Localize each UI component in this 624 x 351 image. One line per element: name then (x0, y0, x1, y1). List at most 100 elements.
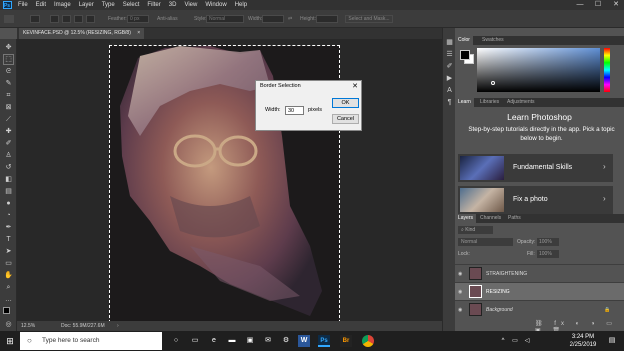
home-icon[interactable] (4, 15, 14, 23)
character-panel-icon[interactable]: A (445, 86, 454, 95)
tab-adjustments[interactable]: Adjustments (504, 98, 538, 107)
learn-topic-card[interactable]: Fundamental Skills › (458, 154, 613, 182)
brush-panel-icon[interactable]: ✐ (445, 62, 454, 71)
fg-color-chip[interactable] (460, 50, 470, 60)
rectangle-tool-icon[interactable]: ▭ (4, 259, 13, 268)
cancel-button[interactable]: Cancel (332, 114, 359, 124)
windows-start-icon[interactable]: ⊞ (4, 335, 16, 347)
layer-row-background[interactable]: ◉ Background 🔒 (455, 300, 624, 318)
menu-3d[interactable]: 3D (165, 0, 181, 10)
photoshop-logo-icon[interactable]: Ps (0, 0, 14, 10)
document-tab-close[interactable]: × (137, 30, 140, 36)
canvas-area[interactable] (17, 39, 442, 323)
layer-name[interactable]: Background (486, 301, 513, 319)
layer-row-resizing[interactable]: ◉ RESIZING (455, 282, 624, 300)
hue-slider[interactable] (604, 48, 610, 92)
minimize-button[interactable]: — (572, 0, 588, 10)
tab-channels[interactable]: Channels (477, 214, 504, 223)
color-field[interactable] (477, 48, 600, 92)
file-explorer-icon[interactable]: ▬ (226, 335, 238, 347)
height-input[interactable] (316, 15, 338, 23)
menu-type[interactable]: Type (98, 0, 119, 10)
select-and-mask-button[interactable]: Select and Mask... (345, 15, 393, 23)
word-icon[interactable]: W (298, 335, 310, 347)
dialog-close-button[interactable]: ✕ (352, 82, 358, 90)
store-icon[interactable]: ▣ (244, 335, 256, 347)
eye-icon[interactable]: ◉ (458, 301, 462, 319)
status-arrow-icon[interactable]: › (117, 321, 119, 331)
quick-mask-icon[interactable]: ◎ (4, 320, 13, 329)
maximize-button[interactable]: ☐ (590, 0, 606, 10)
blend-mode-select[interactable]: Normal (458, 238, 513, 246)
settings-gear-icon[interactable]: ⚙ (280, 335, 292, 347)
actions-panel-icon[interactable]: ▶ (445, 74, 454, 83)
add-selection-icon[interactable] (62, 15, 71, 23)
volume-icon[interactable]: ◁ (521, 335, 533, 347)
new-selection-icon[interactable] (50, 15, 59, 23)
taskbar-search-box[interactable]: ○ Type here to search (20, 332, 162, 350)
taskbar-date[interactable]: 2/25/2019 (565, 342, 601, 348)
opacity-input[interactable]: 100% (537, 238, 559, 246)
ok-button[interactable]: OK (332, 98, 359, 108)
notifications-icon[interactable]: ▤ (606, 335, 618, 347)
zoom-level[interactable]: 12.5% (21, 321, 35, 331)
paragraph-panel-icon[interactable]: ¶ (445, 98, 454, 107)
antialias-checkbox[interactable]: Anti-alias (157, 14, 178, 24)
hand-tool-icon[interactable]: ✋ (4, 271, 13, 280)
system-tray-chevron-icon[interactable]: ^ (497, 335, 509, 347)
properties-panel-icon[interactable]: ☰ (445, 50, 454, 59)
tab-paths[interactable]: Paths (505, 214, 524, 223)
clone-stamp-tool-icon[interactable]: ♙ (4, 151, 13, 160)
tab-libraries[interactable]: Libraries (477, 98, 502, 107)
layer-filter-select[interactable]: ⌕ Kind (458, 226, 493, 234)
task-view-icon[interactable]: ▭ (189, 335, 201, 347)
gradient-tool-icon[interactable]: ▤ (4, 187, 13, 196)
eyedropper-tool-icon[interactable]: ⟋ (4, 115, 13, 124)
learn-topic-card[interactable]: Fix a photo › (458, 186, 613, 214)
color-picker-cursor[interactable] (491, 81, 495, 85)
quick-select-tool-icon[interactable]: ✎ (4, 79, 13, 88)
dodge-tool-icon[interactable]: ◔ (4, 211, 13, 220)
chrome-icon[interactable] (362, 335, 374, 347)
menu-file[interactable]: File (14, 0, 32, 10)
lasso-tool-icon[interactable]: ᘓ (4, 67, 13, 76)
edge-icon[interactable]: e (208, 335, 220, 347)
width-input[interactable]: 30 (285, 106, 304, 115)
layer-name[interactable]: STRAIGHTENING (486, 265, 527, 283)
menu-layer[interactable]: Layer (75, 0, 98, 10)
tab-color[interactable]: Color (455, 36, 473, 45)
eraser-tool-icon[interactable]: ◧ (4, 175, 13, 184)
feather-input[interactable]: 0 px (127, 15, 149, 23)
style-select[interactable]: Normal (206, 15, 244, 23)
layers-footer-icons[interactable]: ⛓ fx ◐ ◑ ▭ ▣ 🗑 (535, 320, 621, 334)
brush-tool-icon[interactable]: ✐ (4, 139, 13, 148)
tab-swatches[interactable]: Swatches (479, 36, 507, 45)
close-window-button[interactable]: ✕ (608, 0, 624, 10)
history-brush-tool-icon[interactable]: ↺ (4, 163, 13, 172)
zoom-tool-icon[interactable]: ⌕ (4, 283, 13, 292)
swap-icon[interactable]: ⇄ (288, 14, 292, 24)
healing-brush-tool-icon[interactable]: ✚ (4, 127, 13, 136)
type-tool-icon[interactable]: T (4, 235, 13, 244)
eye-icon[interactable]: ◉ (458, 265, 462, 283)
width-input[interactable] (262, 15, 284, 23)
mail-icon[interactable]: ✉ (262, 335, 274, 347)
menu-filter[interactable]: Filter (143, 0, 164, 10)
history-panel-icon[interactable]: ▦ (445, 38, 454, 47)
network-icon[interactable]: ▭ (509, 335, 521, 347)
taskbar-time[interactable]: 3:24 PM (568, 334, 598, 340)
marquee-tool-preset-icon[interactable] (30, 15, 40, 23)
document-tab[interactable]: KEVINFACE.PSD @ 12.5% (RESIZING, RGB/8) … (19, 28, 145, 39)
cortana-icon[interactable]: ○ (170, 335, 182, 347)
more-tools-icon[interactable]: … (4, 295, 13, 304)
blur-tool-icon[interactable]: ● (4, 199, 13, 208)
crop-tool-icon[interactable]: ⌗ (4, 91, 13, 100)
eye-icon[interactable]: ◉ (458, 283, 462, 301)
menu-image[interactable]: Image (50, 0, 75, 10)
menu-view[interactable]: View (180, 0, 201, 10)
menu-edit[interactable]: Edit (32, 0, 50, 10)
pen-tool-icon[interactable]: ✒ (4, 223, 13, 232)
frame-tool-icon[interactable]: ⊠ (4, 103, 13, 112)
photoshop-taskbar-icon[interactable]: Ps (318, 335, 330, 347)
rect-marquee-tool-icon[interactable]: ⬚ (3, 54, 14, 65)
